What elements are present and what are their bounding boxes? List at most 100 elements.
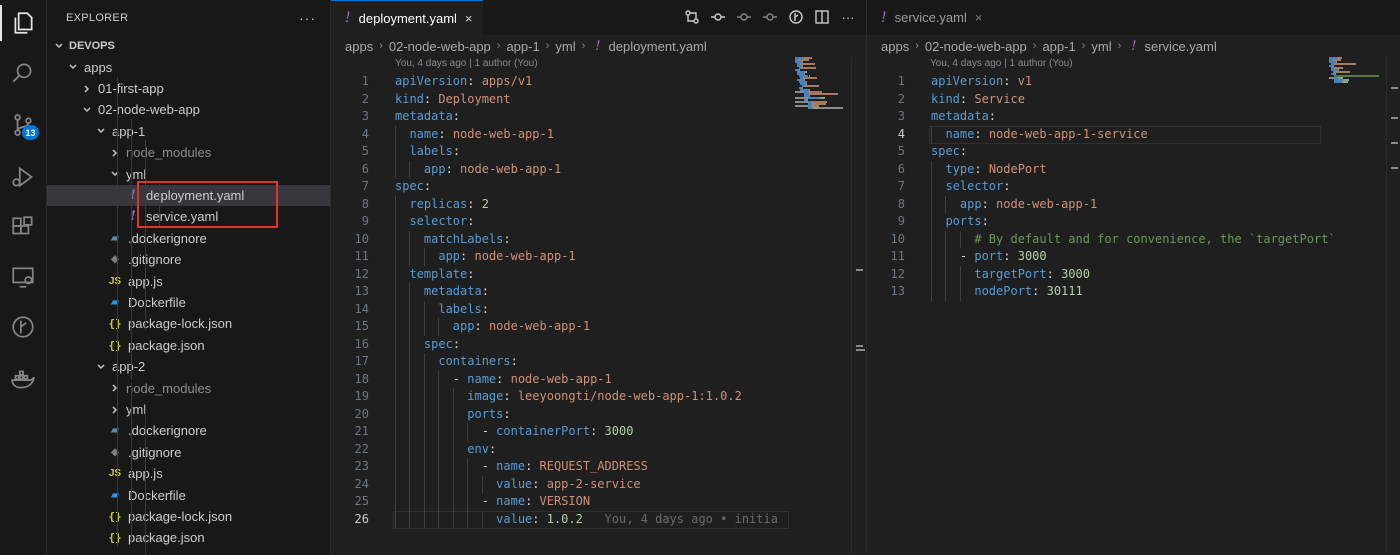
chevron-down-icon xyxy=(107,169,123,179)
split-editor-icon[interactable] xyxy=(814,8,830,26)
tree-item[interactable]: ◆ .gitignore xyxy=(47,249,330,270)
tree-item[interactable]: yml xyxy=(47,399,330,420)
indent-guide xyxy=(438,388,440,406)
extensions-icon[interactable] xyxy=(8,212,38,242)
line-number: 5 xyxy=(897,144,905,158)
tree-item[interactable]: JSapp.js xyxy=(47,463,330,484)
explorer-icon[interactable] xyxy=(8,8,38,38)
more-actions-icon[interactable]: ··· xyxy=(840,8,856,26)
docker-icon[interactable] xyxy=(8,364,38,394)
indent-guide xyxy=(423,475,425,493)
minimap-left[interactable] xyxy=(791,57,843,117)
code-token: : xyxy=(981,196,997,211)
codelens-authors[interactable]: You, 4 days ago | 1 author (You) xyxy=(930,58,1073,69)
close-icon[interactable]: × xyxy=(465,11,473,26)
breadcrumb-item[interactable]: deployment.yaml xyxy=(609,39,707,54)
git-lens-icon[interactable] xyxy=(788,8,804,26)
tree-item[interactable]: app-2 xyxy=(47,356,330,377)
tree-item[interactable]: ▰ .dockerignore xyxy=(47,420,330,441)
code-token: app xyxy=(959,196,982,211)
git-graph-icon[interactable] xyxy=(8,312,38,342)
indent-guide xyxy=(959,265,961,283)
tree-item[interactable]: 02-node-web-app xyxy=(47,99,330,120)
editor-group-right: ! service.yaml × apps › 02-node-web-app › ap… xyxy=(866,0,1400,555)
code-token: labels xyxy=(438,301,482,316)
code-token: name xyxy=(409,126,439,141)
breadcrumb-item[interactable]: 02-node-web-app xyxy=(925,39,1027,54)
next-change-icon[interactable] xyxy=(762,8,778,26)
tree-item[interactable]: node_modules xyxy=(47,142,330,163)
code-token: : xyxy=(1003,74,1018,88)
chevron-down-icon xyxy=(79,105,95,115)
indent-guide xyxy=(945,283,947,301)
indent-guide xyxy=(145,140,146,330)
tree-item[interactable]: ▰ .dockerignore xyxy=(47,228,330,249)
breadcrumb-item[interactable]: apps xyxy=(881,39,909,54)
git-commit-icon[interactable] xyxy=(710,8,726,26)
scrollbar-right[interactable] xyxy=(1386,57,1400,555)
code-line: apiVersion: apps/v1 xyxy=(395,73,532,91)
codelens-authors[interactable]: You, 4 days ago | 1 author (You) xyxy=(395,58,538,69)
tree-item[interactable]: apps xyxy=(47,57,330,78)
tree-item[interactable]: {} package.json xyxy=(47,527,330,548)
code-token: containers xyxy=(438,354,511,368)
breadcrumb-item[interactable]: yml xyxy=(555,39,575,54)
breadcrumb-item[interactable]: apps xyxy=(345,39,373,54)
code-token: spec xyxy=(423,336,453,351)
close-icon[interactable]: × xyxy=(975,10,983,25)
indent-guide xyxy=(395,405,396,423)
tree-item[interactable]: 01-first-app xyxy=(47,78,330,99)
remote-explorer-icon[interactable] xyxy=(8,262,38,292)
code-line: matchLabels: xyxy=(395,231,511,249)
tree-item-label: .gitignore xyxy=(128,252,182,268)
code-token: : xyxy=(510,354,518,368)
chevron-down-icon xyxy=(51,41,67,51)
tab-service-yaml[interactable]: ! service.yaml × xyxy=(867,0,993,35)
workspace-root[interactable]: DEVOPS xyxy=(47,35,330,56)
compare-changes-icon[interactable] xyxy=(684,8,700,26)
code-token: ports xyxy=(945,214,982,228)
code-token: REQUEST_ADDRESS xyxy=(539,459,648,473)
breadcrumb-item[interactable]: app-1 xyxy=(1042,39,1075,54)
code-token: app-2-service xyxy=(546,476,641,491)
code-editor-right[interactable]: 1 apiVersion: v1 2 kind: Service 3 metadata: 4… xyxy=(867,73,1336,533)
tree-item[interactable]: {} package.json xyxy=(47,335,330,356)
tree-item[interactable]: node_modules xyxy=(47,378,330,399)
scrollbar-left[interactable] xyxy=(851,57,865,555)
tree-item-label: node_modules xyxy=(126,380,212,396)
code-line: kind: Service xyxy=(931,91,1025,109)
code-token: apps/v1 xyxy=(481,74,533,88)
more-actions-icon[interactable]: ··· xyxy=(299,10,316,26)
previous-change-icon[interactable] xyxy=(736,8,752,26)
search-icon[interactable] xyxy=(8,58,38,88)
tree-item[interactable]: ▰ Dockerfile xyxy=(47,485,330,506)
tree-item[interactable]: {} package-lock.json xyxy=(47,506,330,527)
breadcrumb-item[interactable]: yml xyxy=(1091,39,1111,54)
tab-deployment-yaml[interactable]: ! deployment.yaml × xyxy=(331,0,483,35)
indent-guide xyxy=(423,440,425,458)
indent-guide xyxy=(423,353,425,371)
active-indicator xyxy=(0,5,2,41)
tree-item[interactable]: app-1 xyxy=(47,121,330,142)
breadcrumb-item[interactable]: service.yaml xyxy=(1145,39,1217,54)
line-number: 2 xyxy=(897,91,905,106)
indent-guide xyxy=(452,405,454,423)
indent-guide xyxy=(452,423,454,441)
tree-item[interactable]: {} package-lock.json xyxy=(47,313,330,334)
tree-item[interactable]: ◆ .gitignore xyxy=(47,442,330,463)
indent-guide xyxy=(438,440,440,458)
breadcrumb-item[interactable]: 02-node-web-app xyxy=(389,39,491,54)
indent-guide xyxy=(423,370,425,388)
indent-guide xyxy=(395,300,396,318)
json-file-icon: {} xyxy=(108,531,122,545)
run-debug-icon[interactable] xyxy=(8,162,38,192)
minimap-right[interactable] xyxy=(1325,57,1380,117)
breadcrumb-item[interactable]: app-1 xyxy=(506,39,539,54)
code-editor-left[interactable]: 1 apiVersion: apps/v1 2 kind: Deployment 3 me… xyxy=(331,73,791,533)
tree-item-label: package.json xyxy=(128,530,205,546)
line-number: 1 xyxy=(361,74,369,88)
tree-item[interactable]: ▰ Dockerfile xyxy=(47,292,330,313)
tree-item[interactable]: JSapp.js xyxy=(47,271,330,292)
line-number: 8 xyxy=(897,196,905,211)
